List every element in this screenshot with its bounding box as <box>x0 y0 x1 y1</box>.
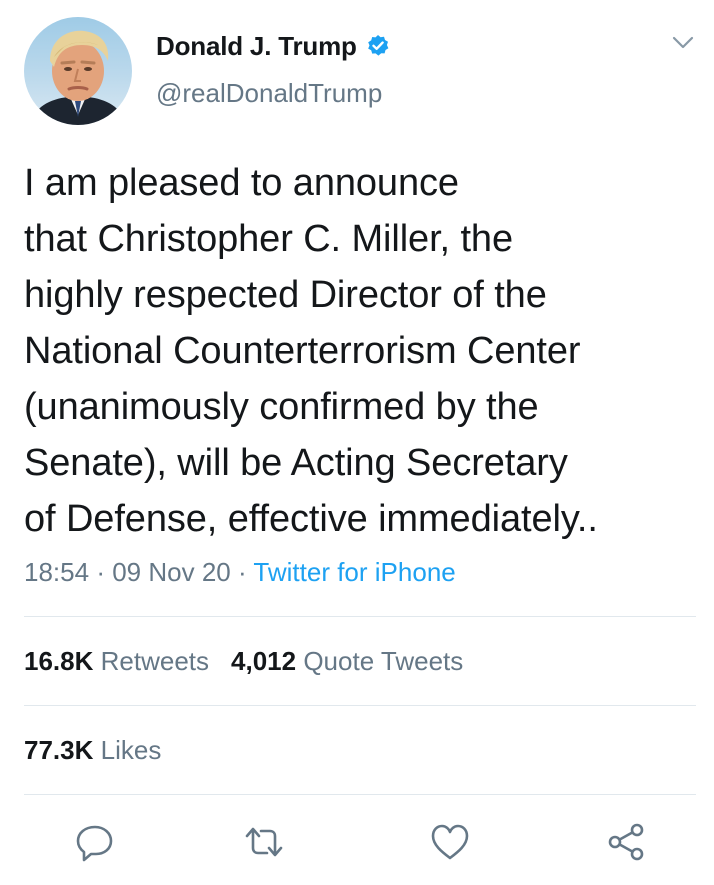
retweets-stat[interactable]: 16.8K Retweets <box>24 646 209 676</box>
divider <box>24 705 696 706</box>
tweet-source-link[interactable]: Twitter for iPhone <box>253 557 455 587</box>
retweets-label: Retweets <box>100 646 210 676</box>
verified-badge-icon <box>366 34 390 58</box>
likes-count: 77.3K <box>24 735 94 765</box>
quote-tweets-label: Quote Tweets <box>303 646 464 676</box>
divider <box>24 616 696 617</box>
name-row: Donald J. Trump <box>156 28 390 64</box>
meta-separator: · <box>237 557 247 587</box>
user-handle[interactable]: @realDonaldTrump <box>156 78 382 109</box>
divider <box>24 794 696 795</box>
action-bar <box>0 820 714 870</box>
tweet-text-line: I am pleased to announce <box>24 162 459 204</box>
tweet-time: 18:54 <box>24 557 90 587</box>
tweet-text-line: of Defense, effective immediately.. <box>24 498 598 540</box>
retweet-stats: 16.8K Retweets 4,012 Quote Tweets <box>24 646 463 677</box>
likes-label: Likes <box>100 735 162 765</box>
likes-stats: 77.3K Likes <box>24 735 161 766</box>
tweet-card: Donald J. Trump @realDonaldTrump I am pl… <box>0 0 714 885</box>
tweet-text-line: highly respected Director of the <box>24 274 547 316</box>
quote-tweets-count: 4,012 <box>231 646 297 676</box>
tweet-text: I am pleased to announce that Christophe… <box>24 155 694 547</box>
meta-separator: · <box>96 557 105 587</box>
tweet-date: 09 Nov 20 <box>112 557 231 587</box>
share-icon[interactable] <box>604 820 648 864</box>
tweet-meta: 18:54 · 09 Nov 20 · Twitter for iPhone <box>24 557 456 588</box>
retweets-count: 16.8K <box>24 646 94 676</box>
reply-icon[interactable] <box>73 820 117 864</box>
likes-stat[interactable]: 77.3K Likes <box>24 735 161 765</box>
tweet-text-line: that Christopher C. Miller, the <box>24 218 513 260</box>
quote-tweets-stat[interactable]: 4,012 Quote Tweets <box>231 646 463 676</box>
display-name[interactable]: Donald J. Trump <box>156 31 357 62</box>
chevron-down-icon[interactable] <box>672 36 694 50</box>
avatar[interactable] <box>24 17 132 125</box>
heart-icon[interactable] <box>428 820 472 864</box>
tweet-text-line: National Counterterrorism Center <box>24 330 581 372</box>
tweet-text-line: (unanimously confirmed by the <box>24 386 539 428</box>
retweet-icon[interactable] <box>242 820 286 864</box>
tweet-text-line: Senate), will be Acting Secretary <box>24 442 568 484</box>
